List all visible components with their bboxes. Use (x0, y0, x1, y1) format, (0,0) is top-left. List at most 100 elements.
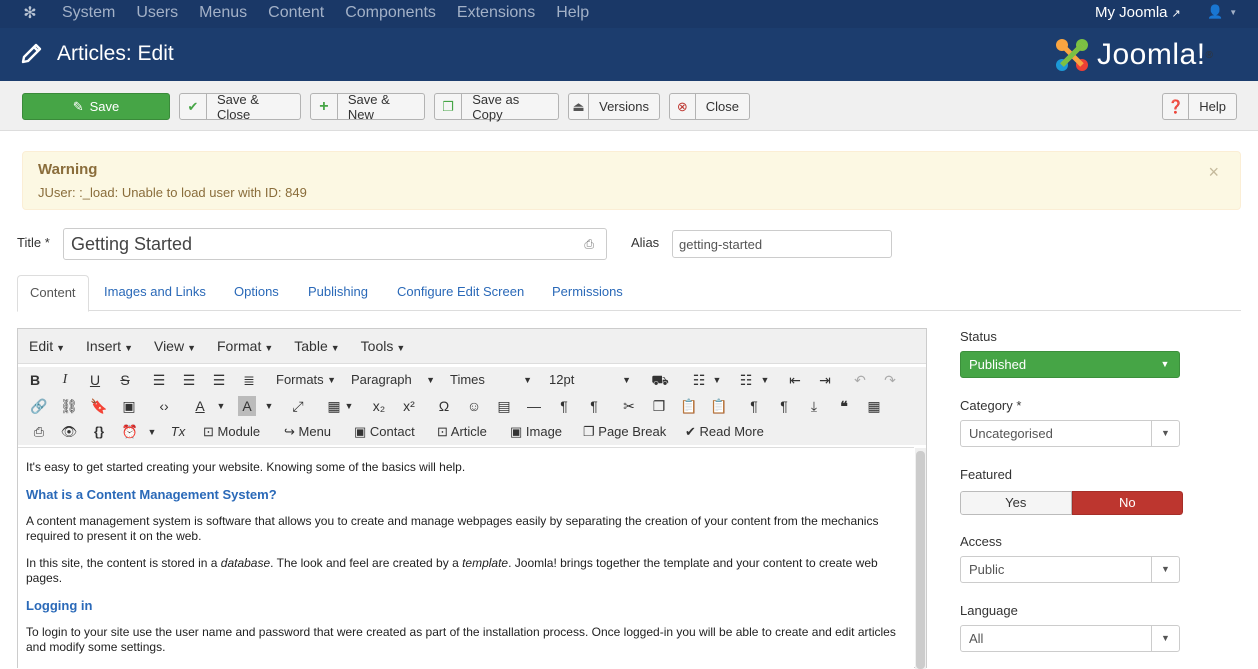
editor-scrollbar[interactable] (915, 448, 926, 669)
save-copy-button[interactable]: ❐ Save as Copy (434, 92, 559, 122)
indent-icon[interactable]: ⇥ (816, 370, 834, 390)
save-button[interactable]: ✎ Save (22, 93, 170, 120)
fullscreen-icon[interactable]: ⤢ (289, 396, 307, 416)
chevron-down-icon[interactable]: ▼ (147, 422, 157, 442)
undo-icon[interactable]: ↶ (851, 370, 869, 390)
tab-permissions[interactable]: Permissions (540, 275, 635, 311)
numbered-list-icon[interactable]: ☷ (736, 370, 756, 390)
article-button[interactable]: ⊡ Article (437, 422, 497, 442)
joomla-logo-icon[interactable]: ✻ (21, 5, 39, 23)
category-select[interactable]: Uncategorised ▼ (960, 420, 1180, 447)
menu-components[interactable]: Components (345, 0, 436, 28)
ltr-icon[interactable]: ¶ (555, 396, 573, 416)
code-icon[interactable]: ‹› (155, 396, 173, 416)
site-link[interactable]: My Joomla ↗ (1095, 0, 1181, 27)
bookmark-icon[interactable]: 🔖 (90, 396, 108, 416)
copy-icon[interactable]: ❐ (650, 396, 668, 416)
contact-button[interactable]: ▣ Contact (354, 422, 424, 442)
formats-dropdown[interactable]: Formats ▼ (276, 370, 336, 390)
image-icon[interactable]: ▣ (120, 396, 138, 416)
redo-icon[interactable]: ↷ (881, 370, 899, 390)
background-color-icon[interactable]: A (238, 396, 256, 416)
read-more-button[interactable]: ✔ Read More (685, 422, 769, 442)
align-left-icon[interactable]: ☰ (150, 370, 168, 390)
horizontal-rule-icon[interactable]: — (525, 396, 543, 416)
align-center-icon[interactable]: ☰ (180, 370, 198, 390)
print-icon[interactable]: ⎙ (30, 422, 48, 442)
save-close-button[interactable]: ✔ Save & Close (179, 92, 301, 122)
link-icon[interactable]: 🔗 (30, 396, 48, 416)
menu-button[interactable]: ↪ Menu (284, 422, 340, 442)
align-justify-icon[interactable]: ≣ (240, 370, 258, 390)
featured-no-button[interactable]: No (1071, 491, 1183, 515)
text-color-icon[interactable]: A (191, 396, 209, 416)
close-icon[interactable]: × (1208, 162, 1219, 183)
editor-menu-table[interactable]: Table ▼ (294, 329, 339, 363)
help-button[interactable]: ❓ Help (1162, 93, 1237, 120)
chevron-down-icon[interactable]: ▼ (216, 396, 226, 416)
rtl-icon[interactable]: ¶ (585, 396, 603, 416)
table-icon[interactable]: ▦ (325, 396, 343, 416)
editor-menu-format[interactable]: Format ▼ (217, 329, 273, 363)
clock-icon[interactable]: ⏰ (121, 422, 139, 442)
language-select[interactable]: All ▼ (960, 625, 1180, 652)
underline-icon[interactable]: U (86, 370, 104, 390)
block-format-dropdown[interactable]: Paragraph ▼ (351, 370, 435, 390)
page-break-button[interactable]: ❐ Page Break (583, 422, 673, 442)
menu-system[interactable]: System (62, 0, 115, 28)
subscript-icon[interactable]: x₂ (370, 396, 388, 416)
find-replace-icon[interactable]: ⛟ (651, 370, 669, 390)
tab-images-links[interactable]: Images and Links (92, 275, 218, 311)
unlink-icon[interactable]: ⛓ (60, 396, 78, 416)
paste-icon[interactable]: 📋 (680, 396, 698, 416)
align-right-icon[interactable]: ☰ (210, 370, 228, 390)
status-select[interactable]: Published ▼ (960, 351, 1180, 378)
font-family-dropdown[interactable]: Times ▼ (450, 370, 532, 390)
image-button[interactable]: ▣ Image (510, 422, 570, 442)
title-input[interactable]: Getting Started ⎙ (63, 228, 607, 260)
versions-button[interactable]: ⏏ Versions (568, 93, 660, 120)
tab-publishing[interactable]: Publishing (296, 275, 380, 311)
close-button[interactable]: ⊗ Close (669, 93, 750, 120)
template-icon[interactable]: ▦ (865, 396, 883, 416)
insert-icon[interactable]: ⤓ (805, 396, 823, 416)
editor-menu-insert[interactable]: Insert ▼ (86, 329, 133, 363)
featured-yes-button[interactable]: Yes (960, 491, 1072, 515)
chevron-down-icon[interactable]: ▼ (760, 370, 770, 390)
menu-help[interactable]: Help (556, 0, 589, 28)
editor-content-area[interactable]: It's easy to get started creating your w… (18, 447, 914, 669)
bullet-list-icon[interactable]: ☷ (689, 370, 709, 390)
access-select[interactable]: Public ▼ (960, 556, 1180, 583)
clear-formatting-icon[interactable]: Tx (169, 422, 187, 442)
module-button[interactable]: ⊡ Module (203, 422, 267, 442)
menu-content[interactable]: Content (268, 0, 324, 28)
chevron-down-icon[interactable]: ▼ (264, 396, 274, 416)
bold-icon[interactable]: B (26, 370, 44, 390)
tab-options[interactable]: Options (222, 275, 291, 311)
chevron-down-icon[interactable]: ▼ (712, 370, 722, 390)
alias-input[interactable]: getting-started (672, 230, 892, 258)
editor-menu-edit[interactable]: Edit ▼ (29, 329, 65, 363)
paste-text-icon[interactable]: 📋 (710, 396, 728, 416)
italic-icon[interactable]: I (56, 370, 74, 390)
menu-menus[interactable]: Menus (199, 0, 247, 28)
superscript-icon[interactable]: x² (400, 396, 418, 416)
menu-users[interactable]: Users (136, 0, 178, 28)
editor-menu-tools[interactable]: Tools ▼ (361, 329, 406, 363)
chevron-down-icon[interactable]: ▼ (344, 396, 354, 416)
preview-icon[interactable]: 👁 (60, 422, 78, 442)
media-icon[interactable]: ▤ (495, 396, 513, 416)
show-blocks-icon[interactable]: ¶ (745, 396, 763, 416)
save-new-button[interactable]: + Save & New (310, 92, 425, 122)
emoticons-icon[interactable]: ☺ (465, 396, 483, 416)
blockquote-icon[interactable]: ❝ (835, 396, 853, 416)
font-size-dropdown[interactable]: 12pt ▼ (549, 370, 631, 390)
outdent-icon[interactable]: ⇤ (786, 370, 804, 390)
menu-extensions[interactable]: Extensions (457, 0, 535, 28)
special-character-icon[interactable]: Ω (435, 396, 453, 416)
code-sample-icon[interactable]: {} (90, 422, 108, 442)
tab-content[interactable]: Content (17, 275, 89, 312)
cut-icon[interactable]: ✂ (620, 396, 638, 416)
user-menu[interactable]: 👤 ▼ (1207, 4, 1237, 20)
strikethrough-icon[interactable]: S (116, 370, 134, 390)
